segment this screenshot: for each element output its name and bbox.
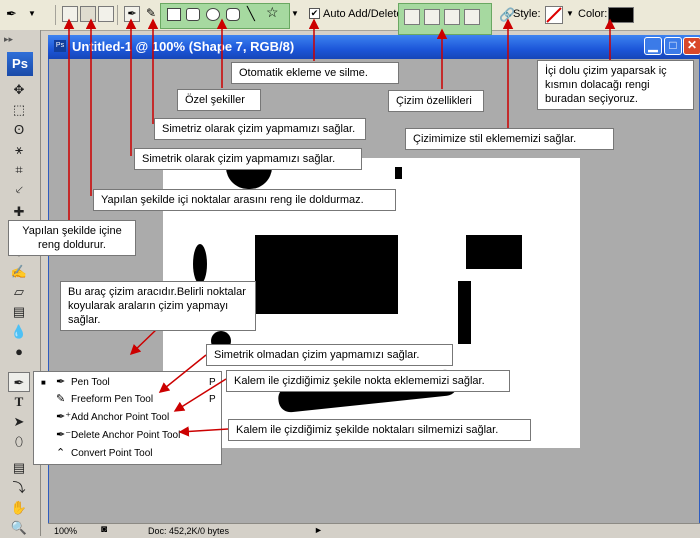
status-bar: 100% ◙ Doc: 452,2K/0 bytes ► [48,523,700,537]
status-icon[interactable]: ◙ [101,524,107,535]
freeform-pen-icon: ✎ [56,393,66,405]
hand-tool-icon[interactable]: ✋ [8,498,30,518]
black-rectangle-shape [466,235,522,269]
subtract-shape-area-icon[interactable] [424,9,440,25]
add-anchor-point-icon: ✒⁺ [56,411,72,423]
crop-tool-icon[interactable]: ⌗ [8,160,30,180]
flyout-item-add-anchor-point-tool[interactable]: ✒⁺ Add Anchor Point Tool [34,409,221,426]
zoom-level[interactable]: 100% [54,526,77,536]
exclude-shape-area-icon[interactable] [464,9,480,25]
move-tool-icon[interactable]: ✥ [8,80,30,100]
zoom-tool-icon[interactable]: 🔍 [8,518,30,538]
style-dropdown-icon[interactable]: ▼ [566,9,574,18]
pen-mode-icon[interactable]: ✒ [124,6,140,22]
path-selection-tool-icon[interactable]: ➤ [8,412,30,432]
shape-layers-button[interactable] [62,6,78,22]
callout-add-style: Çizimimize stil eklememizi sağlar. [405,128,614,150]
rectangle-shape-icon[interactable] [167,8,181,21]
flyout-item-convert-point-tool[interactable]: ⌃ Convert Point Tool [34,445,221,462]
style-picker[interactable] [545,6,563,24]
separator [55,5,56,25]
callout-fill: Yapılan şekilde içine reng doldurur. [8,220,136,256]
custom-shape-icon[interactable]: ☆ [266,4,279,21]
callout-drawing-options: Çizim özellikleri [388,90,484,112]
callout-no-fill: Yapılan şekilde içi noktalar arasını ren… [93,189,396,211]
notes-tool-icon[interactable]: ▤ [8,458,30,478]
blur-tool-icon[interactable]: 💧 [8,322,30,342]
no-style-icon [546,7,562,23]
dodge-tool-icon[interactable]: ● [8,342,30,362]
lasso-tool-icon[interactable]: ʘ [8,120,30,140]
fill-pixels-button[interactable] [98,6,114,22]
auto-add-delete-checkbox[interactable]: ✔ [309,8,320,19]
black-rectangle-shape [255,235,398,314]
intersect-shape-area-icon[interactable] [444,9,460,25]
callout-freeform-drawing: Simetrik olmadan çizim yapmamızı sağlar. [206,344,453,366]
callout-symmetric-drawing: Simetrik olarak çizim yapmamızı sağlar. [134,148,362,170]
convert-point-icon: ⌃ [56,447,66,459]
black-bar-shape [458,281,471,344]
shape-dropdown-icon[interactable]: ▼ [291,9,299,18]
preset-dropdown-icon[interactable]: ▼ [28,9,36,18]
black-ellipse-shape [193,244,207,284]
separator [117,5,118,25]
photoshop-logo[interactable]: Ps [7,52,33,76]
minimize-button[interactable]: ▁ [644,37,662,55]
paths-button[interactable] [80,6,96,22]
eraser-tool-icon[interactable]: ▱ [8,282,30,302]
toolbox-grip-icon: ▸▸ [4,34,14,44]
slice-tool-icon[interactable]: ⸔ [8,180,30,200]
ellipse-tool-icon[interactable]: ⬯ [8,432,30,452]
freeform-pen-mode-icon[interactable]: ✎ [146,6,156,20]
pen-icon: ✒ [56,376,66,388]
flyout-item-freeform-pen-tool[interactable]: ✎ Freeform Pen Tool P [34,391,221,408]
rounded-rectangle-shape-icon[interactable] [186,8,200,21]
callout-custom-shapes: Özel şekiller [177,89,261,111]
document-title: Untitled-1 @ 100% (Shape 7, RGB/8) [72,39,295,54]
marquee-tool-icon[interactable]: ⬚ [8,100,30,120]
callout-fill-color: İçi dolu çizim yaparsak iç kısmın dolaca… [537,60,694,110]
selected-bullet-icon: ■ [41,378,46,387]
gradient-tool-icon[interactable]: ▤ [8,302,30,322]
status-arrow-icon[interactable]: ► [314,525,323,535]
close-button[interactable]: ✕ [683,37,700,55]
callout-add-anchor-point: Kalem ile çizdiğimiz şekile nokta ekleme… [226,370,510,392]
polygon-shape-icon[interactable] [226,8,240,21]
ellipse-shape-icon[interactable] [206,8,220,21]
color-swatch[interactable] [608,7,634,23]
pen-tool-preset-icon[interactable]: ✒ [6,6,22,22]
pen-tool-flyout-menu: ■ ✒ Pen Tool P ✎ Freeform Pen Tool P ✒⁺ … [33,371,222,465]
auto-add-delete-label: Auto Add/Delete [323,8,403,20]
style-label: Style: [513,8,541,20]
pen-tool-icon[interactable]: ✒ [8,372,30,392]
line-shape-icon[interactable]: ╲ [247,6,255,22]
flyout-item-delete-anchor-point-tool[interactable]: ✒⁻ Delete Anchor Point Tool [34,427,221,444]
ps-document-icon: Ps [54,40,66,52]
maximize-button[interactable]: □ [664,37,682,55]
type-tool-icon[interactable]: T [8,392,30,412]
healing-brush-tool-icon[interactable]: ✚ [8,202,30,222]
color-label: Color: [578,8,608,20]
magic-wand-tool-icon[interactable]: ⚹ [8,140,30,160]
callout-pen-tool-description: Bu araç çizim aracıdır.Belirli noktalar … [60,281,256,331]
callout-auto-add-delete: Otomatik ekleme ve silme. [231,62,399,84]
delete-anchor-point-icon: ✒⁻ [56,429,72,441]
document-info: Doc: 452,2K/0 bytes [148,526,230,536]
black-mark-shape [395,167,402,179]
callout-symmetrical-drawing: Simetriz olarak çizim yapmamızı sağlar. [154,118,366,140]
black-semicircle-shape [226,167,272,189]
eyedropper-tool-icon[interactable]: ⤵ [8,478,30,498]
options-bar: ✒ ▼ ✒ ✎ ╲ ☆ ▼ ✔ Auto Add/Delete 🔗 Style:… [0,0,700,35]
add-to-shape-area-icon[interactable] [404,9,420,25]
callout-delete-anchor-point: Kalem ile çizdiğimiz şekilde noktaları s… [228,419,531,441]
flyout-item-pen-tool[interactable]: ■ ✒ Pen Tool P [34,374,221,391]
history-brush-tool-icon[interactable]: ✍ [8,262,30,282]
